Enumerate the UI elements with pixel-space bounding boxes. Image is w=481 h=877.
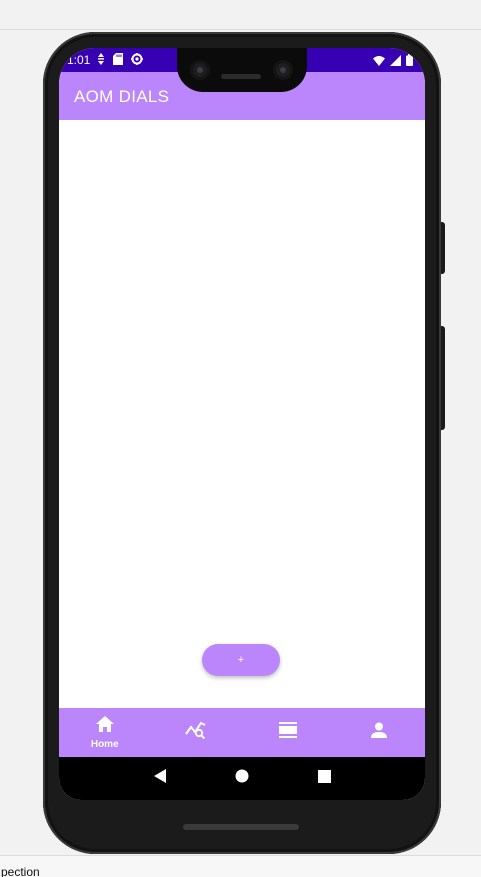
data-icon — [97, 52, 105, 70]
battery-icon — [406, 53, 413, 71]
wifi-icon — [373, 53, 385, 71]
settings-icon — [131, 52, 143, 70]
signal-icon — [390, 53, 401, 71]
back-icon[interactable] — [153, 769, 167, 788]
sd-card-icon — [113, 52, 123, 70]
system-navigation-bar — [59, 757, 425, 800]
nav-item-profile[interactable] — [334, 708, 426, 757]
device-screen: 1:01 AOM DIALS + Home — [59, 48, 425, 800]
camera-left-icon — [190, 60, 210, 80]
person-icon — [371, 722, 388, 743]
window-bottom-text: pection — [1, 865, 40, 877]
window-top-strip — [0, 0, 481, 30]
app-title: AOM DIALS — [74, 87, 170, 106]
recents-icon[interactable] — [317, 769, 331, 788]
status-time: 1:01 — [67, 53, 91, 67]
earpiece-speaker — [221, 74, 261, 79]
add-button[interactable]: + — [202, 644, 280, 676]
window-bottom-strip: pection — [0, 855, 481, 877]
bottom-speaker — [183, 824, 299, 830]
nav-label-home: Home — [90, 738, 119, 750]
status-icons-right — [373, 53, 413, 71]
home-circle-icon[interactable] — [235, 769, 249, 788]
home-icon — [95, 715, 114, 737]
nav-item-home[interactable]: Home — [59, 708, 151, 757]
main-content: + — [59, 120, 425, 708]
nav-item-chart-search[interactable] — [151, 708, 243, 757]
list-view-icon — [278, 722, 297, 743]
bottom-navigation: Home — [59, 708, 425, 757]
nav-item-list[interactable] — [242, 708, 334, 757]
status-icons-left — [97, 52, 143, 70]
chart-search-icon — [185, 721, 207, 744]
camera-right-icon — [273, 60, 293, 80]
camera-notch — [177, 48, 307, 92]
